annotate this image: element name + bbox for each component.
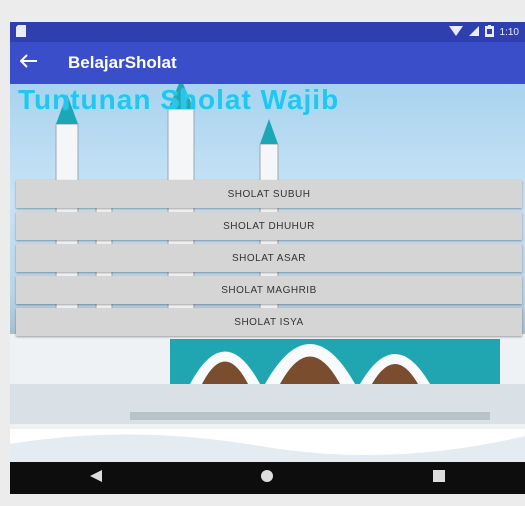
sholat-isya-button[interactable]: SHOLAT ISYA: [16, 308, 522, 336]
status-time: 1:10: [499, 26, 519, 38]
recent-square-icon: [433, 469, 446, 487]
app-bar: BelajarSholat: [10, 42, 525, 84]
back-triangle-icon: [89, 469, 103, 488]
status-bar: 1:10: [10, 22, 525, 42]
back-button[interactable]: [10, 42, 48, 84]
signal-icon: [468, 25, 479, 39]
sholat-maghrib-button[interactable]: SHOLAT MAGHRIB: [16, 276, 522, 304]
battery-icon: [484, 24, 494, 40]
back-arrow-icon: [19, 53, 38, 73]
prayer-menu: SHOLAT SUBUH SHOLAT DHUHUR SHOLAT ASAR S…: [16, 180, 522, 340]
nav-home-button[interactable]: [247, 462, 287, 494]
main-content: Tuntunan Sholat Wajib SHOLAT SUBUH SHOLA…: [10, 84, 525, 464]
page-headline: Tuntunan Sholat Wajib: [18, 84, 340, 115]
sd-card-icon: [16, 24, 26, 40]
sholat-dhuhur-button[interactable]: SHOLAT DHUHUR: [16, 212, 522, 240]
nav-back-button[interactable]: [76, 462, 116, 494]
home-circle-icon: [260, 469, 274, 488]
nav-recent-button[interactable]: [419, 462, 459, 494]
android-nav-bar: [10, 462, 525, 494]
sholat-subuh-button[interactable]: SHOLAT SUBUH: [16, 180, 522, 208]
sholat-asar-button[interactable]: SHOLAT ASAR: [16, 244, 522, 272]
wifi-icon: [448, 25, 463, 39]
app-title: BelajarSholat: [68, 53, 177, 72]
phone-screen: 1:10 BelajarSholat Tuntunan Sholat Wajib…: [10, 22, 525, 494]
